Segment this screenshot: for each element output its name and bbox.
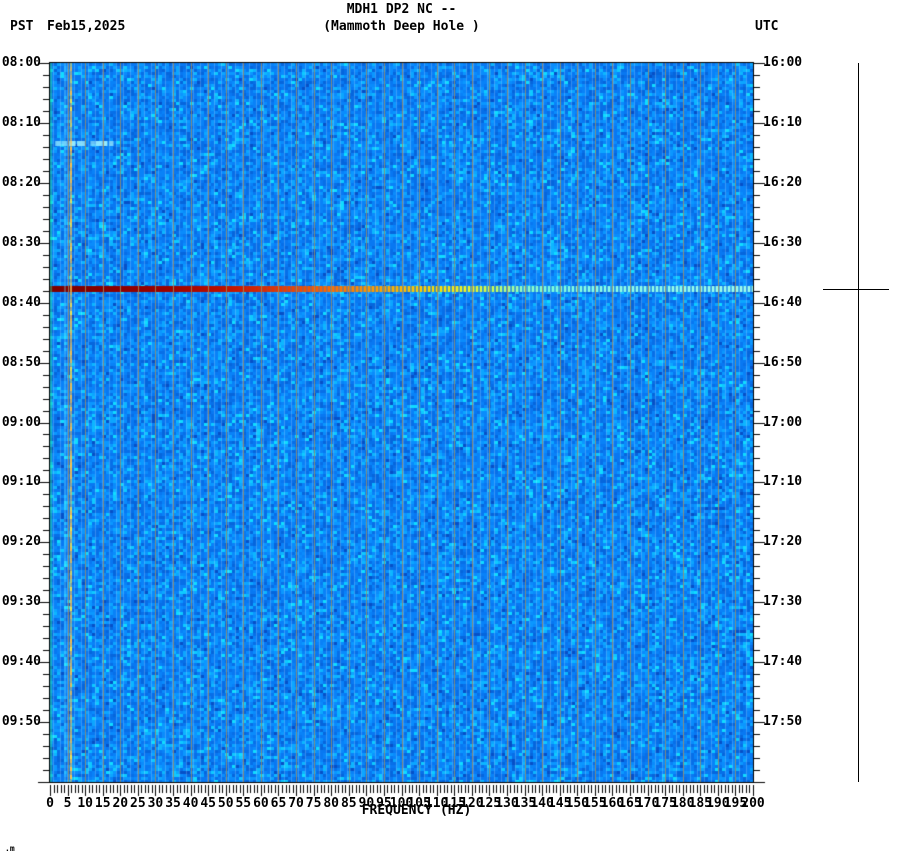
page-subtitle: (Mammoth Deep Hole ) — [50, 20, 753, 34]
y-axis-left-tick-label: 08:40 — [0, 296, 41, 310]
y-axis-left-tick-label: 08:00 — [0, 56, 41, 70]
page-title: MDH1 DP2 NC -- — [50, 3, 753, 17]
y-axis-left-tick-label: 08:20 — [0, 176, 41, 190]
y-axis-left-tick-label: 08:30 — [0, 236, 41, 250]
y-axis-left-tick-label: 08:50 — [0, 356, 41, 370]
y-axis-left-tick-label: 09:20 — [0, 535, 41, 549]
y-axis-right-labels: 16:00 16:10 16:20 16:30 16:40 16:50 17:00 17:10… — [763, 0, 823, 864]
x-axis-title: FREQUENCY (HZ) — [50, 804, 783, 818]
event-amplitude-marker — [823, 289, 889, 290]
y-axis-left-tick-label: 08:10 — [0, 116, 41, 130]
y-axis-left-labels: 08:00 08:10 08:20 08:30 08:40 08:50 09:00 09:10… — [0, 0, 41, 864]
y-axis-right-tick-label: 16:40 — [763, 296, 802, 310]
y-axis-right-tick-label: 16:30 — [763, 236, 802, 250]
footer-mark: .m — [5, 844, 15, 853]
y-axis-right-tick-label: 16:00 — [763, 56, 802, 70]
y-axis-left-tick-label: 09:00 — [0, 416, 41, 430]
y-axis-right-tick-label: 16:50 — [763, 356, 802, 370]
y-axis-right-tick-label: 17:00 — [763, 416, 802, 430]
spectrogram-page: PST Feb15,2025 MDH1 DP2 NC -- (Mammoth D… — [0, 0, 902, 864]
y-axis-right-tick-label: 17:10 — [763, 475, 802, 489]
y-axis-right-tick-label: 16:10 — [763, 116, 802, 130]
y-axis-right-tick-label: 17:50 — [763, 715, 802, 729]
y-axis-left-tick-label: 09:50 — [0, 715, 41, 729]
y-axis-right-tick-label: 17:20 — [763, 535, 802, 549]
y-axis-left-tick-label: 09:40 — [0, 655, 41, 669]
amplitude-scale-line — [858, 63, 859, 782]
y-axis-right-tick-label: 17:30 — [763, 595, 802, 609]
y-axis-right-tick-label: 17:40 — [763, 655, 802, 669]
y-axis-right-tick-label: 16:20 — [763, 176, 802, 190]
y-axis-left-tick-label: 09:10 — [0, 475, 41, 489]
y-axis-left-tick-label: 09:30 — [0, 595, 41, 609]
